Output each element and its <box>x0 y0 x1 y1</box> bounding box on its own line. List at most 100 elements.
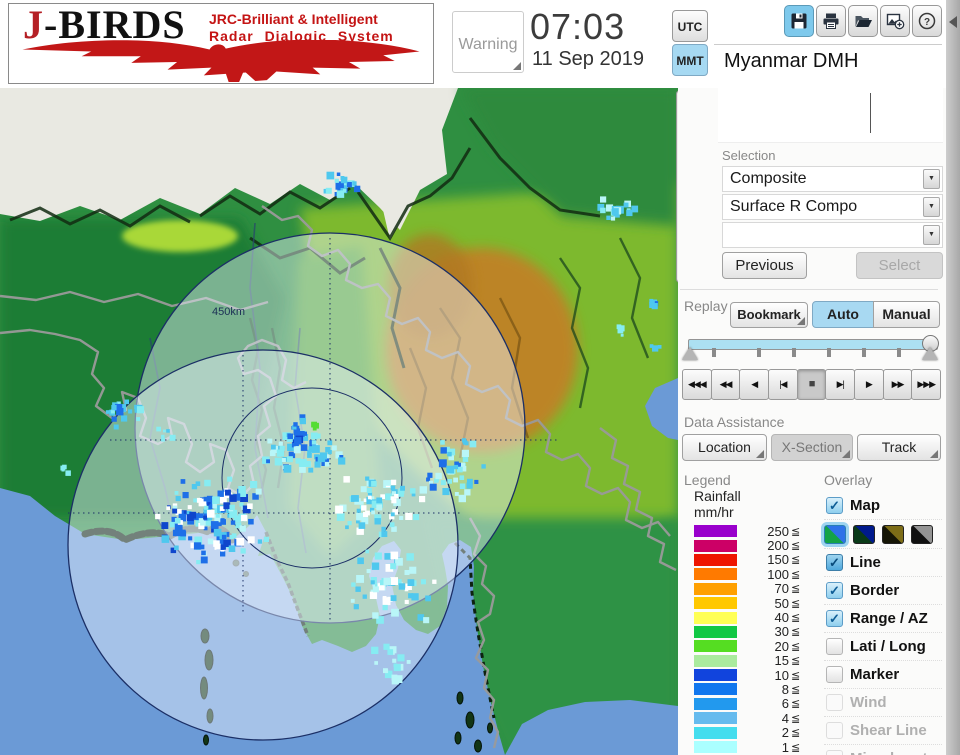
slider-tick <box>792 348 796 357</box>
save-button[interactable] <box>784 5 814 37</box>
corner-menu-icon <box>930 450 938 458</box>
legend-row: 150 ≦ <box>694 552 814 567</box>
location-button[interactable]: Location <box>682 434 767 461</box>
utc-button[interactable]: UTC <box>672 10 708 42</box>
step-forward-button[interactable]: ▶| <box>825 369 856 400</box>
legend-row: 15 ≦ <box>694 653 814 669</box>
legend-value: 20 <box>774 638 789 654</box>
overlay-item-label: Map <box>850 497 880 514</box>
fast-backward-button[interactable]: ◀◀ <box>710 369 741 400</box>
legend-color-swatch <box>694 568 737 581</box>
mmt-button[interactable]: MMT <box>672 44 708 76</box>
overlay-item-label: Shear Line <box>850 722 927 739</box>
slider-tick <box>862 348 866 357</box>
x-section-button[interactable]: X-Section <box>771 434 853 461</box>
print-button[interactable] <box>816 5 846 37</box>
map-style-black-olive[interactable] <box>882 524 904 544</box>
print-icon <box>823 13 839 29</box>
less-equal-symbol: ≦ <box>791 727 801 740</box>
legend-value: 200 <box>767 538 789 554</box>
slider-start-marker[interactable] <box>682 347 698 360</box>
legend-row: 10 ≦ <box>694 667 814 683</box>
legend-color-swatch <box>694 582 737 595</box>
chevron-down-icon[interactable]: ▼ <box>923 169 940 189</box>
map-style-darkgreen-navy[interactable] <box>853 524 875 544</box>
open-file-button[interactable] <box>848 5 878 37</box>
overlay-row-marker: Marker <box>824 660 942 688</box>
product-dropdown-1[interactable]: Composite ▼ <box>722 166 943 192</box>
less-equal-symbol: ≦ <box>791 612 801 625</box>
track-label: Track <box>881 439 917 455</box>
bookmark-button[interactable]: Bookmark <box>730 302 808 328</box>
auto-mode-button[interactable]: Auto <box>812 301 874 328</box>
map-style-swatches <box>824 519 942 548</box>
fast-forward-button[interactable]: ▶▶ <box>882 369 913 400</box>
logo-slogan-line1: JRC-Brilliant & Intelligent <box>209 11 378 27</box>
help-button[interactable]: ? <box>912 5 942 37</box>
dropdown-value: Surface R Compo <box>730 198 858 215</box>
overlay-item-label: Lati / Long <box>850 638 926 655</box>
jbirds-application: 450km J-BIRDS JRC-Brilliant & Intelligen… <box>0 0 960 755</box>
product-dropdown-3[interactable]: ▼ <box>722 222 943 248</box>
select-button[interactable]: Select <box>856 252 943 279</box>
stop-button[interactable]: ■ <box>796 369 827 400</box>
corner-menu-icon <box>756 450 764 458</box>
step-backward-button[interactable]: |◀ <box>768 369 798 400</box>
legend-row: 8 ≦ <box>694 682 814 697</box>
legend-value: 8 <box>781 682 789 697</box>
forward-to-end-button[interactable]: ▶▶▶ <box>911 369 942 400</box>
station-name: Myanmar DMH <box>724 50 859 72</box>
product-dropdown-2[interactable]: Surface R Compo ▼ <box>722 194 943 220</box>
lati-long-checkbox[interactable] <box>826 638 843 655</box>
play-forward-button[interactable]: ▶ <box>854 369 884 400</box>
legend-value: 250 <box>767 523 789 539</box>
collapse-panel-icon[interactable] <box>949 16 957 28</box>
legend-value: 4 <box>781 710 789 726</box>
legend-value: 40 <box>774 610 789 626</box>
slider-tick <box>827 348 831 357</box>
less-equal-symbol: ≦ <box>791 626 801 639</box>
legend-row: 1 ≦ <box>694 740 814 755</box>
marker-checkbox[interactable] <box>826 666 843 683</box>
less-equal-symbol: ≦ <box>791 540 801 553</box>
previous-button[interactable]: Previous <box>722 252 807 279</box>
legend-color-swatch <box>694 597 737 610</box>
legend-title: Rainfall <box>694 488 741 504</box>
line-checkbox[interactable]: ✓ <box>826 554 843 571</box>
map-style-black-gray[interactable] <box>911 524 933 544</box>
legend-row: 40 ≦ <box>694 610 814 626</box>
legend-color-swatch <box>694 712 737 725</box>
panel-collapse-strip[interactable] <box>946 0 960 755</box>
legend-row: 250 ≦ <box>694 523 814 539</box>
border-checkbox[interactable]: ✓ <box>826 582 843 599</box>
terrain-map: 450km <box>0 88 678 755</box>
warning-button[interactable]: Warning <box>452 11 524 73</box>
chevron-down-icon[interactable]: ▼ <box>923 197 940 217</box>
legend-color-swatch <box>694 539 737 552</box>
manual-mode-button[interactable]: Manual <box>873 301 940 328</box>
x-section-label: X-Section <box>781 439 843 455</box>
less-equal-symbol: ≦ <box>791 712 801 725</box>
radar-map[interactable]: 450km <box>0 88 678 755</box>
legend-color-swatch <box>694 611 737 624</box>
overlay-section-label: Overlay <box>824 472 873 488</box>
rewind-to-start-button[interactable]: ◀◀◀ <box>682 369 712 400</box>
map-style-green-blue[interactable] <box>824 524 846 544</box>
chevron-down-icon[interactable]: ▼ <box>923 225 940 245</box>
playback-controls: ◀◀◀ ◀◀ ◀ |◀ ■ ▶| ▶ ▶▶ ▶▶▶ <box>682 369 942 400</box>
legend-row: 70 ≦ <box>694 581 814 596</box>
map-checkbox[interactable]: ✓ <box>826 497 843 514</box>
legend-value: 100 <box>767 566 789 582</box>
legend-value: 15 <box>774 653 789 669</box>
track-button[interactable]: Track <box>857 434 941 461</box>
legend-value: 10 <box>774 667 789 683</box>
slider-end-marker[interactable] <box>922 347 938 360</box>
legend-row: 30 ≦ <box>694 624 814 639</box>
eagle-icon <box>22 40 420 82</box>
range-az-checkbox[interactable]: ✓ <box>826 610 843 627</box>
legend-row: 100 ≦ <box>694 566 814 582</box>
station-text-field[interactable] <box>718 88 943 143</box>
play-backward-button[interactable]: ◀ <box>739 369 770 400</box>
clock-time: 07:03 <box>530 6 626 47</box>
add-image-button[interactable] <box>880 5 910 37</box>
